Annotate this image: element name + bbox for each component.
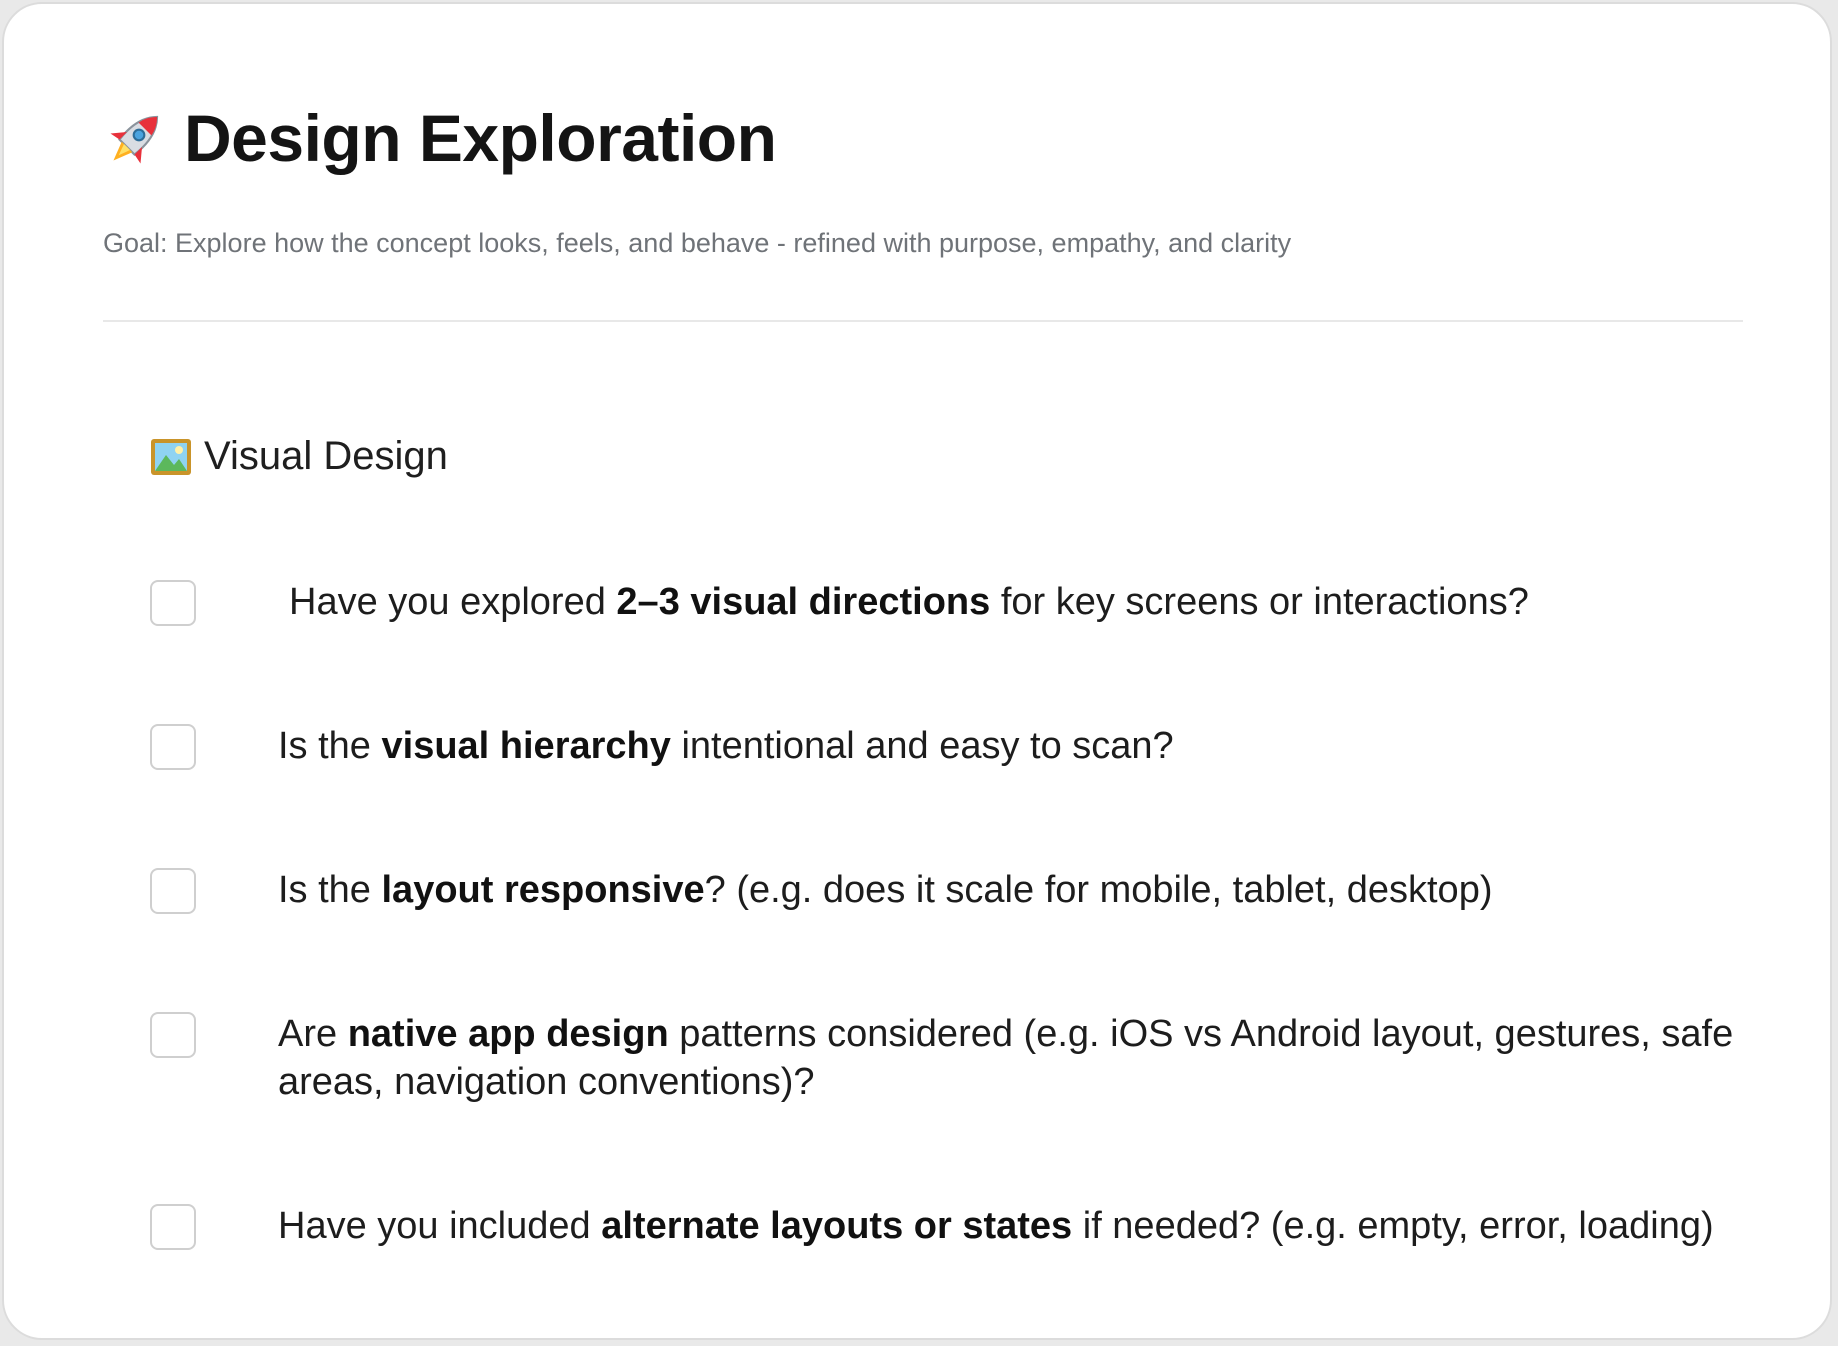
checklist-item-text: Is the visual hierarchy intentional and … (278, 722, 1758, 770)
checklist-card: Design Exploration Goal: Explore how the… (2, 2, 1832, 1340)
page-header: Design Exploration (102, 101, 777, 175)
checklist-item-native-app-design[interactable]: Are native app design patterns considere… (150, 1010, 1758, 1106)
checklist-item-text: Is the layout responsive? (e.g. does it … (278, 866, 1758, 914)
section-header: Visual Design (150, 434, 448, 479)
item-text-bold: native app design (347, 1013, 669, 1055)
checklist-item-text: Are native app design patterns considere… (278, 1010, 1758, 1106)
checkbox[interactable] (150, 1012, 196, 1058)
item-text-start: Have you explored (289, 581, 617, 623)
rocket-icon (102, 104, 170, 172)
checklist-item-alternate-layouts[interactable]: Have you included alternate layouts or s… (150, 1202, 1758, 1250)
item-text-end: if needed? (e.g. empty, error, loading) (1072, 1205, 1714, 1247)
item-text-end: for key screens or interactions? (990, 581, 1529, 623)
divider (103, 320, 1743, 322)
checklist-item-visual-directions[interactable]: Have you explored 2–3 visual directions … (150, 578, 1769, 626)
checklist-item-layout-responsive[interactable]: Is the layout responsive? (e.g. does it … (150, 866, 1758, 914)
framed-picture-icon (150, 437, 192, 477)
checklist-item-visual-hierarchy[interactable]: Is the visual hierarchy intentional and … (150, 722, 1758, 770)
checkbox[interactable] (150, 868, 196, 914)
item-text-start: Have you included (278, 1205, 602, 1247)
item-text-bold: visual hierarchy (381, 725, 671, 767)
checkbox[interactable] (150, 580, 196, 626)
item-text-start: Is the (278, 725, 382, 767)
item-text-bold: 2–3 visual directions (616, 581, 991, 623)
item-text-start: Are (278, 1013, 348, 1055)
checkbox[interactable] (150, 1204, 196, 1250)
goal-text: Goal: Explore how the concept looks, fee… (103, 228, 1292, 258)
item-text-end: intentional and easy to scan? (670, 725, 1174, 767)
section-title: Visual Design (204, 434, 448, 478)
checklist-item-text: Have you included alternate layouts or s… (278, 1202, 1758, 1250)
item-text-start: Is the (278, 869, 382, 911)
page-title: Design Exploration (184, 101, 777, 175)
checkbox[interactable] (150, 724, 196, 770)
item-text-bold: alternate layouts or states (601, 1205, 1073, 1247)
item-text-end: ? (e.g. does it scale for mobile, tablet… (704, 869, 1493, 911)
checklist-item-text: Have you explored 2–3 visual directions … (289, 578, 1769, 626)
item-text-bold: layout responsive (381, 869, 705, 911)
